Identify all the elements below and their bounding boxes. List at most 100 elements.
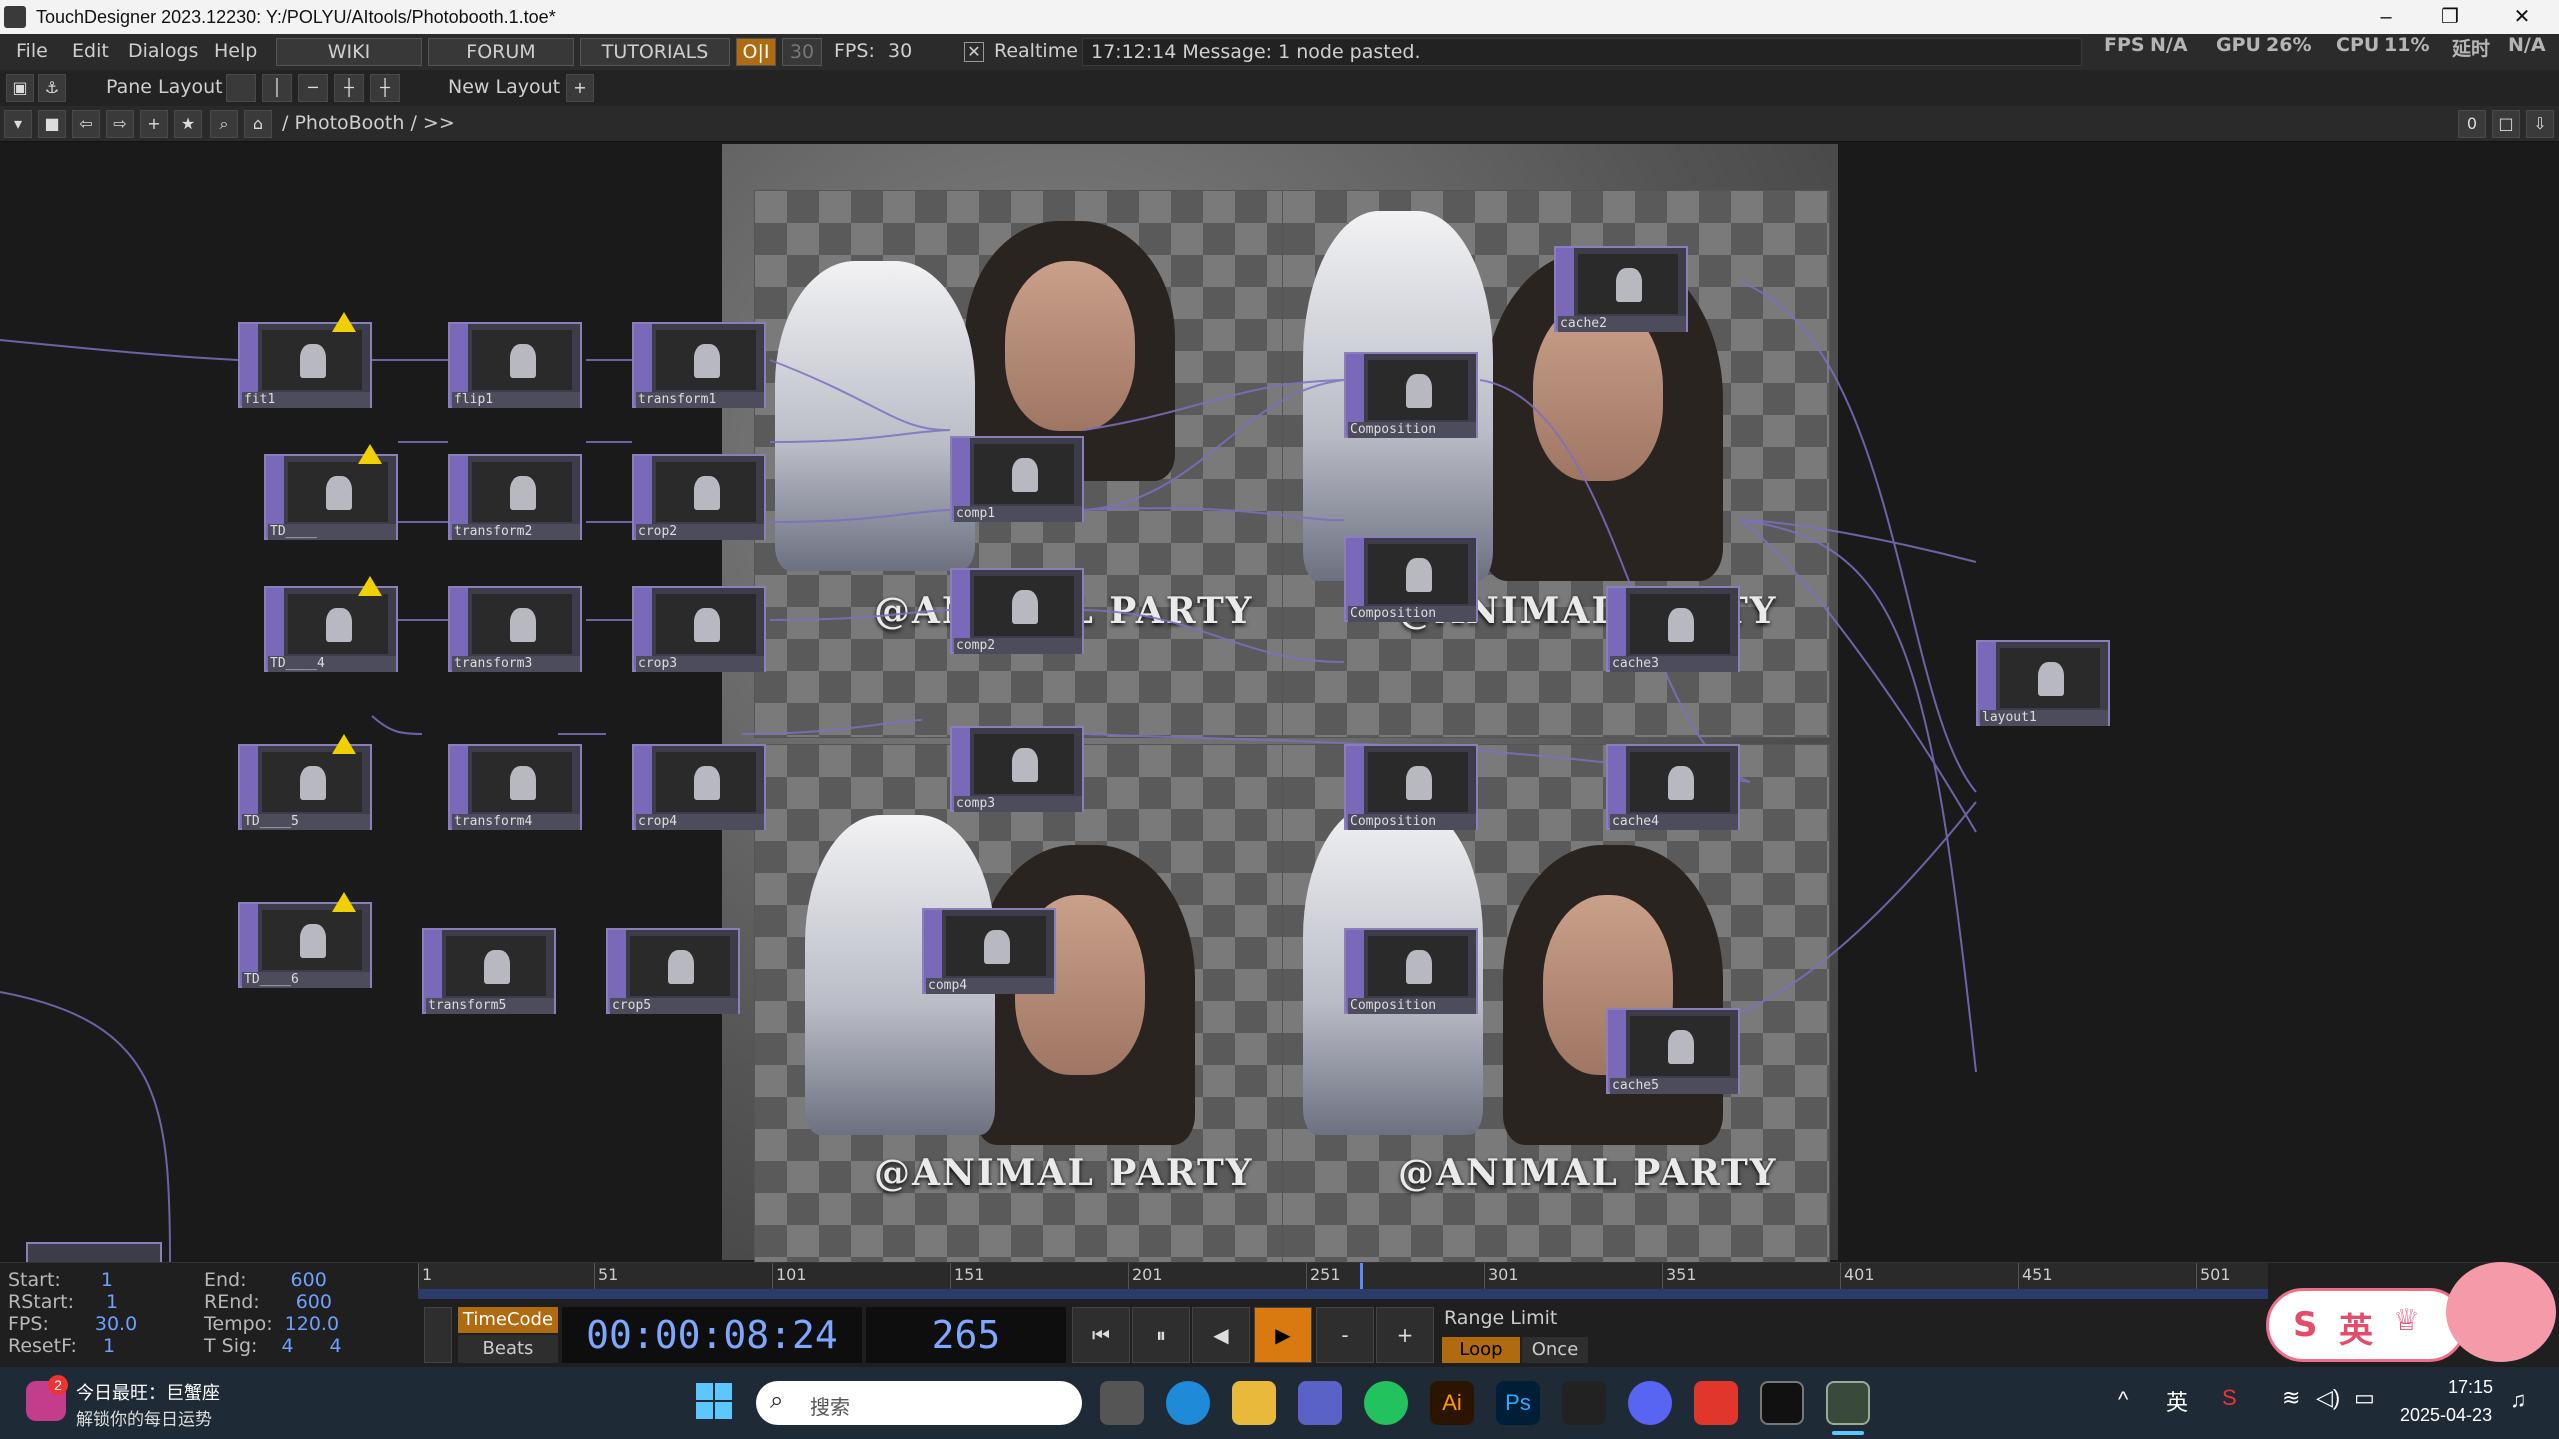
- wifi-icon[interactable]: ≋: [2282, 1385, 2300, 1411]
- start-value[interactable]: 1: [101, 1269, 113, 1291]
- node-cache3[interactable]: cache3: [1606, 586, 1740, 672]
- play-icon[interactable]: ▶: [1254, 1307, 1312, 1363]
- start-icon[interactable]: [696, 1383, 732, 1419]
- clock-time[interactable]: 17:15: [2448, 1377, 2493, 1398]
- node-transform3[interactable]: transform3: [448, 586, 582, 672]
- wechat-icon[interactable]: [1364, 1381, 1408, 1425]
- node-cache2[interactable]: cache2: [1554, 246, 1688, 332]
- ime-widget[interactable]: S 英 ♕: [2266, 1262, 2559, 1370]
- terminal-icon[interactable]: [1760, 1381, 1804, 1425]
- layout-split-h-icon[interactable]: ─: [298, 74, 328, 102]
- node-crop2[interactable]: crop2: [632, 454, 766, 540]
- node-layout1[interactable]: layout1: [1976, 640, 2110, 726]
- layout-triple-icon[interactable]: ┼: [334, 74, 364, 102]
- star-icon[interactable]: ★: [174, 110, 202, 138]
- battery-icon[interactable]: ▭: [2354, 1385, 2375, 1411]
- clock-date[interactable]: 2025-04-23: [2400, 1405, 2492, 1426]
- chevron-down-icon[interactable]: ▾: [4, 110, 32, 138]
- step-back-icon[interactable]: ◀: [1192, 1307, 1250, 1363]
- resetf-value[interactable]: 1: [103, 1335, 115, 1357]
- layout-quad-icon[interactable]: ┼: [370, 74, 400, 102]
- node-crop3[interactable]: crop3: [632, 586, 766, 672]
- figma-icon[interactable]: [1562, 1381, 1606, 1425]
- node-td-5[interactable]: TD____5: [238, 744, 372, 830]
- node-crop5[interactable]: crop5: [606, 928, 740, 1014]
- node-cache4[interactable]: cache4: [1606, 744, 1740, 830]
- photoshop-icon[interactable]: Ps: [1496, 1381, 1540, 1425]
- node-transform5[interactable]: transform5: [422, 928, 556, 1014]
- warning-icon[interactable]: [332, 312, 356, 332]
- volume-icon[interactable]: ◁): [2316, 1385, 2340, 1411]
- stop-icon[interactable]: ■: [38, 110, 66, 138]
- node-composition-4[interactable]: Composition: [1344, 928, 1478, 1014]
- node-td-6[interactable]: TD____6: [238, 902, 372, 988]
- menu-file[interactable]: File: [16, 40, 48, 62]
- pane-icon[interactable]: ▣: [6, 74, 34, 102]
- home-icon[interactable]: ⌂: [244, 110, 272, 138]
- anchor-icon[interactable]: ⚓: [38, 74, 66, 102]
- rewind-icon[interactable]: ⏮: [1072, 1307, 1130, 1363]
- search-icon[interactable]: ⌕: [210, 110, 238, 138]
- discord-icon[interactable]: [1628, 1381, 1672, 1425]
- rstart-value[interactable]: 1: [106, 1291, 118, 1313]
- rend-value[interactable]: 600: [296, 1291, 332, 1313]
- node-comp2[interactable]: comp2: [950, 568, 1084, 654]
- timecode-button[interactable]: TimeCode: [458, 1307, 558, 1333]
- node-composition-1[interactable]: Composition: [1344, 352, 1478, 438]
- add-layout-button[interactable]: +: [566, 74, 594, 102]
- edge-icon[interactable]: [1166, 1381, 1210, 1425]
- once-button[interactable]: Once: [1522, 1337, 1588, 1363]
- store-app-icon[interactable]: [1694, 1381, 1738, 1425]
- fps-value[interactable]: 30.0: [95, 1313, 137, 1335]
- ime-indicator[interactable]: 英: [2166, 1385, 2188, 1417]
- tsig-b-value[interactable]: 4: [330, 1335, 342, 1357]
- ime-pill[interactable]: S 英 ♕: [2266, 1288, 2466, 1362]
- warning-icon[interactable]: [332, 734, 356, 754]
- menu-help[interactable]: Help: [214, 40, 257, 62]
- file-explorer-icon[interactable]: [1232, 1381, 1276, 1425]
- illustrator-icon[interactable]: Ai: [1430, 1381, 1474, 1425]
- widget-subtitle[interactable]: 解锁你的每日运势: [76, 1405, 212, 1430]
- tempo-value[interactable]: 120.0: [285, 1313, 339, 1335]
- timeline-ruler[interactable]: 1 51 101 151 201 251 301 351 401 451 501: [418, 1263, 2268, 1289]
- minus-button[interactable]: -: [1316, 1307, 1374, 1363]
- warning-icon[interactable]: [358, 444, 382, 464]
- download-icon[interactable]: ⇩: [2526, 110, 2554, 138]
- node-crop4[interactable]: crop4: [632, 744, 766, 830]
- menu-edit[interactable]: Edit: [72, 40, 109, 62]
- node-td[interactable]: TD____: [264, 454, 398, 540]
- wiki-button[interactable]: WIKI: [276, 38, 422, 66]
- node-transform2[interactable]: transform2: [448, 454, 582, 540]
- beats-button[interactable]: Beats: [458, 1335, 558, 1363]
- end-value[interactable]: 600: [291, 1269, 327, 1291]
- node-comp1[interactable]: comp1: [950, 436, 1084, 522]
- minimize-button[interactable]: –: [2356, 2, 2416, 32]
- node-td-4[interactable]: TD____4: [264, 586, 398, 672]
- plus-button[interactable]: +: [1376, 1307, 1434, 1363]
- network-editor[interactable]: @ANIMAL PARTY @ANIMAL PARTY @ANIMAL PART…: [0, 142, 2559, 1262]
- forward-icon[interactable]: ⇨: [106, 110, 134, 138]
- restore-button[interactable]: ❐: [2420, 2, 2480, 32]
- node-composition-3[interactable]: Composition: [1344, 744, 1478, 830]
- warning-icon[interactable]: [332, 892, 356, 912]
- notification-bell-icon[interactable]: ♫: [2510, 1387, 2527, 1413]
- pause-icon[interactable]: ⏸: [1132, 1307, 1190, 1363]
- maximize-pane-icon[interactable]: □: [2492, 110, 2520, 138]
- task-view-icon[interactable]: [1100, 1381, 1144, 1425]
- frame-display[interactable]: 265: [866, 1307, 1066, 1363]
- menu-dialogs[interactable]: Dialogs: [128, 40, 198, 62]
- node-transform1[interactable]: transform1: [632, 322, 766, 408]
- node-partial[interactable]: [26, 1242, 162, 1262]
- back-icon[interactable]: ⇦: [72, 110, 100, 138]
- tutorials-button[interactable]: TUTORIALS: [580, 38, 730, 66]
- realtime-checkbox[interactable]: ✕: [964, 42, 984, 62]
- close-button[interactable]: ✕: [2492, 2, 2552, 32]
- oi-button[interactable]: O|I: [736, 38, 776, 66]
- fps-box[interactable]: 30: [782, 38, 822, 66]
- timecode-display[interactable]: 00:00:08:24: [562, 1307, 862, 1363]
- node-composition-2[interactable]: Composition: [1344, 536, 1478, 622]
- widget-title[interactable]: 今日最旺：巨蟹座: [76, 1379, 220, 1405]
- add-icon[interactable]: +: [140, 110, 168, 138]
- game-app-icon[interactable]: [1298, 1381, 1342, 1425]
- layout-split-v-icon[interactable]: │: [262, 74, 292, 102]
